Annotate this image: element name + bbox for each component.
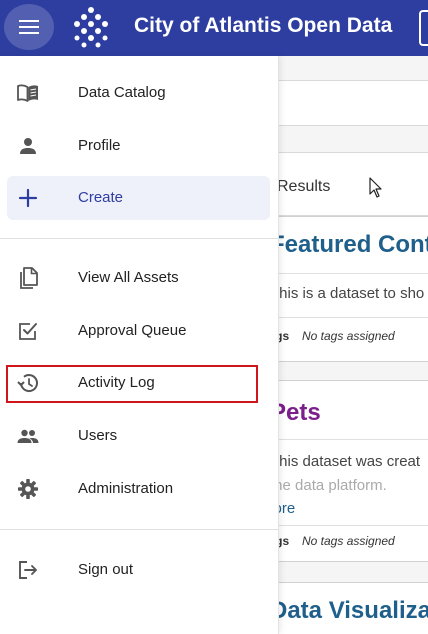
nav-item-sign-out[interactable]: Sign out [7,548,270,592]
nav-item-label: Approval Queue [78,322,187,339]
sign-out-icon [19,561,37,579]
header-action-button[interactable] [419,10,428,46]
nav-item-create[interactable]: Create [7,176,270,220]
people-icon [17,429,39,443]
activity-log-highlight-box [6,365,258,403]
app-header: City of Atlantis Open Data [0,0,428,56]
card-divider [270,439,428,440]
nav-item-label: Data Catalog [78,84,166,101]
nav-item-label: Sign out [78,561,134,578]
copy-documents-icon [20,267,38,289]
dataset-card-description-faded: the data platform. [270,477,387,494]
card-divider [270,273,428,274]
dataset-card-title[interactable]: Data Visualiza [270,597,428,625]
nav-item-label: Profile [78,137,121,154]
nav-item-view-all-assets[interactable]: View All Assets [7,256,270,300]
navigation-drawer: Data Catalog Profile Create View All Ass… [0,56,279,634]
dataset-card-description: This is a dataset to sho [270,285,425,302]
diamond-dots-logo [74,7,108,48]
card-divider [270,525,428,526]
nav-item-label: Administration [78,480,174,497]
mouse-cursor-icon [369,177,382,198]
plus-icon [18,188,38,208]
nav-item-profile[interactable]: Profile [7,124,270,168]
app-title: City of Atlantis Open Data [134,14,393,37]
book-open-icon [17,84,38,102]
nav-item-data-catalog[interactable]: Data Catalog [7,71,270,115]
card-divider [270,317,428,318]
dataset-card-title[interactable]: Featured Cont [270,231,428,259]
tags-value: No tags assigned [302,534,395,548]
dataset-card-description: This dataset was creat [270,453,421,470]
hamburger-menu-icon [19,20,39,34]
nav-item-label: Users [78,427,118,444]
nav-item-label: View All Assets [78,269,179,286]
drawer-divider [0,529,279,530]
results-tab-label[interactable]: Results [277,178,330,196]
person-icon [20,138,36,154]
drawer-divider [0,238,279,239]
checkbox-icon [19,323,37,340]
nav-item-label: Create [78,189,124,206]
tags-value: No tags assigned [302,329,395,343]
nav-item-users[interactable]: Users [7,414,270,458]
menu-button[interactable] [4,4,54,50]
nav-item-administration[interactable]: Administration [7,467,270,511]
gear-icon [18,479,38,499]
nav-item-approval-queue[interactable]: Approval Queue [7,309,270,353]
